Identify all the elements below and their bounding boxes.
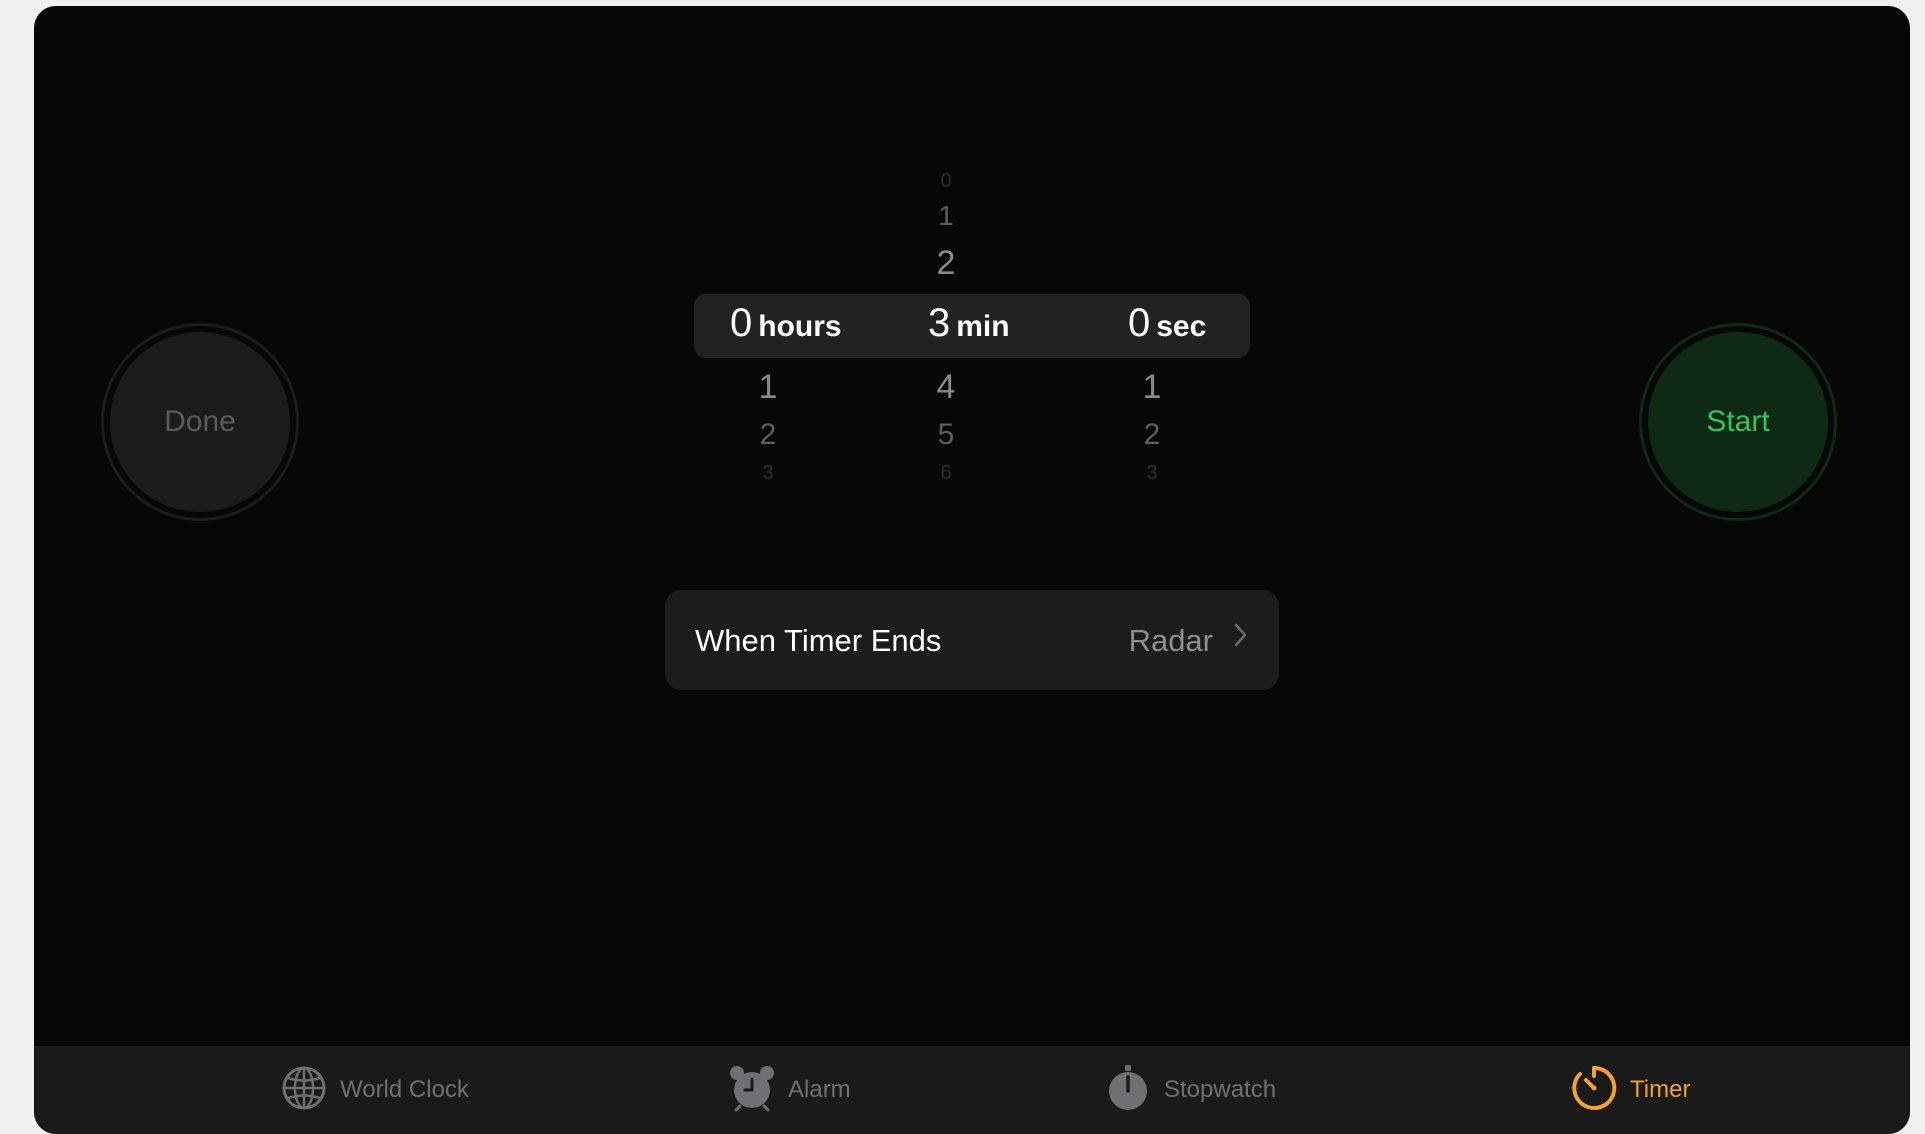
minutes-wheel[interactable]: 0 1 2 3 min 4 5 6 — [874, 156, 1054, 496]
seconds-option[interactable]: 3 — [1122, 462, 1182, 485]
timer-sound-value: Radar — [1128, 623, 1213, 658]
duration-picker[interactable]: 0 hours 1 2 3 0 1 2 3 min 4 5 6 0 sec 1 … — [694, 156, 1294, 496]
hours-option[interactable]: 2 — [738, 418, 798, 452]
globe-icon — [280, 1064, 328, 1117]
minutes-unit: min — [956, 310, 1010, 343]
seconds-value: 0 — [1128, 301, 1151, 345]
hours-option[interactable]: 3 — [738, 462, 798, 485]
hours-option[interactable]: 1 — [738, 368, 798, 407]
minutes-option[interactable]: 1 — [916, 200, 976, 232]
minutes-selected: 3 min — [928, 301, 1010, 351]
minutes-option[interactable]: 0 — [916, 170, 976, 193]
minutes-value: 3 — [928, 301, 951, 345]
tab-world-clock-label: World Clock — [340, 1076, 469, 1103]
seconds-unit: sec — [1156, 310, 1207, 343]
done-button[interactable]: Done — [101, 323, 299, 521]
minutes-option[interactable]: 5 — [916, 418, 976, 452]
tab-timer-label: Timer — [1630, 1076, 1691, 1103]
hours-wheel[interactable]: 0 hours 1 2 3 — [694, 156, 874, 496]
minutes-option[interactable]: 2 — [916, 244, 976, 283]
done-button-label: Done — [164, 405, 236, 438]
start-button[interactable]: Start — [1639, 323, 1837, 521]
hours-selected: 0 hours — [730, 301, 842, 351]
tab-alarm-label: Alarm — [788, 1076, 851, 1103]
tab-timer[interactable]: Timer — [1570, 1046, 1690, 1134]
alarm-clock-icon — [728, 1064, 776, 1117]
timer-screen: Done Start 0 hours 1 2 3 0 1 2 3 min 4 5 — [34, 6, 1910, 1134]
hours-unit: hours — [758, 310, 842, 343]
timer-icon — [1570, 1064, 1618, 1117]
seconds-option[interactable]: 1 — [1122, 368, 1182, 407]
hours-value: 0 — [730, 301, 753, 345]
chevron-right-icon — [1233, 620, 1249, 657]
minutes-option[interactable]: 6 — [916, 462, 976, 485]
start-button-label: Start — [1706, 405, 1770, 438]
tab-alarm[interactable]: Alarm — [728, 1046, 851, 1134]
tab-bar: World Clock Alarm Stopwatch Timer — [34, 1046, 1910, 1134]
when-timer-ends-label: When Timer Ends — [695, 623, 942, 658]
seconds-wheel[interactable]: 0 sec 1 2 3 — [1054, 156, 1234, 496]
tab-stopwatch[interactable]: Stopwatch — [1104, 1046, 1276, 1134]
minutes-option[interactable]: 4 — [916, 368, 976, 407]
seconds-selected: 0 sec — [1128, 301, 1206, 351]
when-timer-ends-row[interactable]: When Timer Ends Radar — [665, 590, 1279, 690]
stopwatch-icon — [1104, 1064, 1152, 1117]
seconds-option[interactable]: 2 — [1122, 418, 1182, 452]
tab-world-clock[interactable]: World Clock — [280, 1046, 469, 1134]
tab-stopwatch-label: Stopwatch — [1164, 1076, 1277, 1103]
